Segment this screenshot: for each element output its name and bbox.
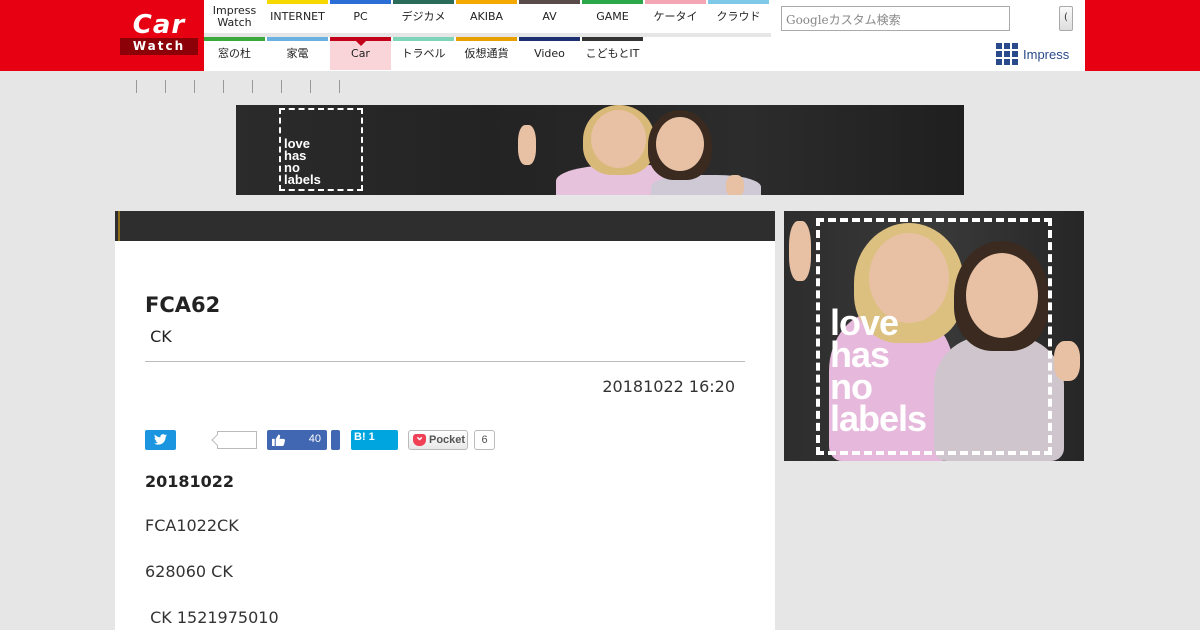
nav-item-color-bar: [456, 0, 517, 4]
twitter-count: [217, 431, 257, 449]
article-divider: [145, 361, 745, 362]
hatena-bookmark-button[interactable]: B! 1: [351, 430, 398, 450]
nav-item-label: デジカメ: [401, 9, 446, 23]
subnav-divider: [339, 80, 340, 93]
logo-car-text: Car: [132, 10, 186, 40]
nav-item[interactable]: Video: [519, 37, 580, 70]
subnav-divider: [136, 80, 137, 93]
hatena-label: B!: [354, 431, 366, 443]
article: FCA62 CK 20181022 16:20 40 B! 1 Pocket 6…: [115, 241, 775, 630]
site-header: Car Watch Impress Watch INTERNET PC デジカメ AKI…: [0, 0, 1200, 71]
article-paragraph: CK 1521975010: [145, 608, 279, 627]
nav-item[interactable]: 仮想通貨: [456, 37, 517, 70]
nav-item[interactable]: ケータイ: [645, 0, 706, 33]
nav-item-color-bar: [456, 37, 517, 41]
nav-item-color-bar: [393, 37, 454, 41]
pocket-label: Pocket: [429, 434, 466, 446]
hatena-count: 1: [368, 431, 375, 443]
site-nav: Impress Watch INTERNET PC デジカメ AKIBA AV GAME ケー…: [204, 0, 771, 71]
nav-item-label: Car: [351, 46, 370, 60]
nav-item-label: クラウド: [716, 9, 761, 23]
nav-item[interactable]: トラベル: [393, 37, 454, 70]
banner-ad-text: love has no labels: [284, 136, 321, 187]
subnav-divider: [310, 80, 311, 93]
nav-item-label: PC: [353, 9, 368, 23]
nav-item-label: トラベル: [401, 46, 446, 60]
nav-item[interactable]: こどもとIT: [582, 37, 643, 70]
nav-item[interactable]: デジカメ: [393, 0, 454, 33]
car-watch-logo[interactable]: Car Watch: [118, 10, 200, 58]
nav-item-color-bar: [267, 0, 328, 4]
facebook-count: 40: [308, 433, 321, 445]
pocket-count: 6: [474, 430, 495, 450]
nav-item[interactable]: AKIBA: [456, 0, 517, 33]
nav-item-label: こどもとIT: [585, 46, 640, 60]
banner-ad[interactable]: love has no labels: [236, 105, 964, 195]
side-ad-text: love has no labels: [830, 302, 927, 439]
nav-item-color-bar: [393, 0, 454, 4]
facebook-like-button[interactable]: 40: [267, 430, 327, 450]
nav-item-color-bar: [582, 37, 643, 41]
subnav-divider: [252, 80, 253, 93]
nav-item-label: 窓の杜: [218, 46, 251, 60]
thumbs-up-icon: [272, 434, 285, 446]
nav-item[interactable]: 窓の杜: [204, 37, 265, 70]
article-title: FCA62: [145, 293, 221, 317]
article-subtitle: CK: [145, 327, 172, 346]
pocket-icon: [413, 430, 426, 446]
nav-item-label: 仮想通貨: [464, 46, 509, 60]
article-paragraph: FCA1022CK: [145, 516, 239, 535]
impress-link[interactable]: Impress: [996, 43, 1069, 65]
search-input[interactable]: Googleカスタム検索: [781, 6, 1010, 31]
nav-item[interactable]: クラウド: [708, 0, 769, 33]
article-header-accent: [118, 211, 120, 241]
article-body-heading: 20181022: [145, 472, 235, 491]
logo-watch-text: Watch: [120, 38, 198, 55]
header-right-area: [1085, 0, 1200, 71]
nav-item-color-bar: [519, 0, 580, 4]
article-header-bar: [115, 211, 775, 241]
nav-item-color-bar: [267, 37, 328, 41]
nav-item-label: Video: [534, 46, 565, 60]
nav-item-label: AV: [542, 9, 557, 23]
nav-item-color-bar: [204, 37, 265, 41]
nav-item-color-bar: [330, 37, 391, 41]
search-button[interactable]: (: [1059, 6, 1073, 31]
twitter-icon: [154, 434, 167, 445]
nav-item-color-bar: [645, 0, 706, 4]
article-date: 20181022 16:20: [602, 377, 735, 396]
nav-item[interactable]: GAME: [582, 0, 643, 33]
subnav-divider: [281, 80, 282, 93]
subnav-divider: [165, 80, 166, 93]
twitter-share-button[interactable]: [145, 430, 176, 450]
subnav-divider: [194, 80, 195, 93]
nav-item[interactable]: AV: [519, 0, 580, 33]
facebook-share-button[interactable]: [331, 430, 340, 450]
nav-item[interactable]: INTERNET: [267, 0, 328, 33]
nav-item-label: ケータイ: [653, 9, 698, 23]
nav-item-color-bar: [330, 0, 391, 4]
nav-item-label: Impress Watch: [212, 3, 257, 29]
impress-grid-icon: [996, 43, 1018, 65]
nav-item-label: INTERNET: [270, 9, 325, 23]
nav-item[interactable]: PC: [330, 0, 391, 33]
article-paragraph: 628060 CK: [145, 562, 233, 581]
nav-item[interactable]: Impress Watch: [204, 0, 265, 33]
pocket-button[interactable]: Pocket: [408, 430, 468, 450]
nav-item-color-bar: [708, 0, 769, 4]
nav-item-color-bar: [519, 37, 580, 41]
nav-item-label: GAME: [596, 9, 629, 23]
nav-item[interactable]: Car: [330, 37, 391, 70]
nav-item-label: 家電: [286, 46, 309, 60]
subnav-divider: [223, 80, 224, 93]
nav-item[interactable]: 家電: [267, 37, 328, 70]
impress-label: Impress: [1023, 46, 1070, 62]
nav-item-color-bar: [582, 0, 643, 4]
nav-item-label: AKIBA: [469, 9, 504, 23]
side-ad[interactable]: love has no labels: [784, 211, 1084, 461]
